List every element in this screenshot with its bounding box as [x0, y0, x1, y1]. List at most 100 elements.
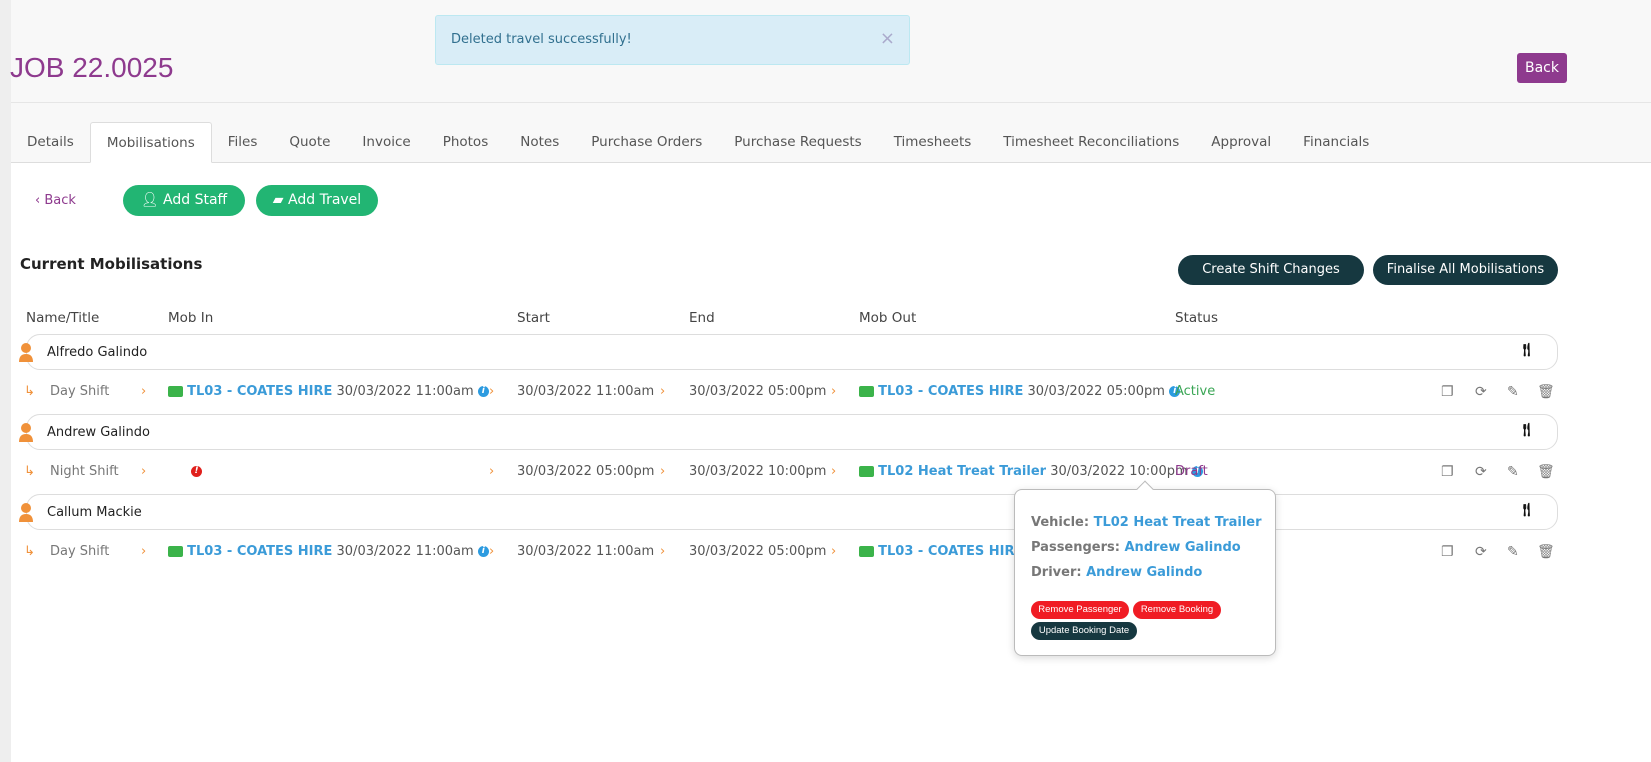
truck-icon — [168, 386, 183, 397]
chevron-right-icon: › — [141, 464, 147, 479]
warning-icon[interactable]: ! — [191, 466, 202, 477]
mob-in-vehicle-link[interactable]: TL03 - COATES HIRE — [187, 384, 332, 399]
sub-arrow-icon: ↳ — [24, 384, 35, 399]
tab-invoice[interactable]: Invoice — [346, 122, 426, 162]
trash-icon[interactable]: 🗑︎ — [1537, 384, 1555, 400]
chevron-right-icon: › — [660, 384, 666, 399]
refresh-icon[interactable]: ⟳ — [1475, 464, 1487, 480]
tab-purchase-orders[interactable]: Purchase Orders — [575, 122, 718, 162]
chevron-right-icon: › — [489, 544, 495, 559]
remove-passenger-button[interactable]: Remove Passenger — [1031, 601, 1129, 619]
sub-arrow-icon: ↳ — [24, 544, 35, 559]
mob-out-vehicle-link[interactable]: TL03 - COATES HIRE — [878, 544, 1023, 559]
person-row[interactable]: Andrew Galindo 🍴︎ — [19, 414, 1558, 450]
end-time: 30/03/2022 05:00pm — [689, 544, 827, 559]
user-icon: 👤︎ — [140, 192, 164, 208]
start-time: 30/03/2022 11:00am — [517, 384, 655, 399]
info-icon[interactable]: i — [477, 386, 489, 397]
column-header: End — [689, 310, 715, 326]
chevron-right-icon: › — [141, 544, 147, 559]
start-time: 30/03/2022 05:00pm — [517, 464, 655, 479]
worker-icon — [19, 503, 33, 522]
person-row[interactable]: Alfredo Galindo 🍴︎ — [19, 334, 1558, 370]
truck-icon: ▰ — [272, 192, 289, 208]
tab-quote[interactable]: Quote — [273, 122, 346, 162]
tab-files[interactable]: Files — [212, 122, 274, 162]
end-time: 30/03/2022 10:00pm — [689, 464, 827, 479]
popover-passengers: Passengers: Andrew Galindo — [1031, 540, 1241, 555]
trash-icon[interactable]: 🗑︎ — [1537, 464, 1555, 480]
person-name: Alfredo Galindo — [47, 345, 148, 360]
chevron-right-icon: › — [660, 464, 666, 479]
truck-icon — [859, 386, 874, 397]
chevron-right-icon: › — [141, 384, 147, 399]
back-button[interactable]: Back — [1517, 53, 1567, 83]
end-time: 30/03/2022 05:00pm — [689, 384, 827, 399]
truck-icon — [859, 546, 874, 557]
worker-icon — [19, 343, 33, 362]
column-header: Name/Title — [26, 310, 100, 326]
start-time: 30/03/2022 11:00am — [517, 544, 655, 559]
meal-icon[interactable]: 🍴︎ — [1518, 503, 1535, 518]
shift-row: ↳ Night Shift ›! › 30/03/2022 05:00pm › 3… — [11, 457, 1651, 487]
shift-row: ↳ Day Shift › TL03 - COATES HIRE 30/03/2… — [11, 377, 1651, 407]
main-panel: ‹ Back 👤︎ Add Staff ▰ Add Travel Current… — [11, 163, 1651, 762]
copy-icon[interactable]: ❐ — [1441, 384, 1454, 400]
sub-arrow-icon: ↳ — [24, 464, 35, 479]
mob-in-vehicle-link[interactable]: TL03 - COATES HIRE — [187, 544, 332, 559]
edit-icon[interactable]: ✎ — [1507, 384, 1519, 400]
mob-in-time: 30/03/2022 11:00am — [336, 544, 474, 559]
tab-photos[interactable]: Photos — [427, 122, 505, 162]
chevron-right-icon: › — [831, 384, 837, 399]
tab-purchase-requests[interactable]: Purchase Requests — [718, 122, 877, 162]
edit-icon[interactable]: ✎ — [1507, 544, 1519, 560]
tab-notes[interactable]: Notes — [504, 122, 575, 162]
info-icon[interactable]: i — [477, 546, 489, 557]
close-icon[interactable]: × — [880, 28, 895, 49]
truck-icon — [859, 466, 874, 477]
popover-vehicle: Vehicle: TL02 Heat Treat Trailer — [1031, 515, 1262, 530]
remove-booking-button[interactable]: Remove Booking — [1133, 601, 1221, 619]
meal-icon[interactable]: 🍴︎ — [1518, 343, 1535, 358]
copy-icon[interactable]: ❐ — [1441, 544, 1454, 560]
column-header: Status — [1175, 310, 1219, 326]
person-row[interactable]: Callum Mackie 🍴︎ — [19, 494, 1558, 530]
shift-name: Day Shift — [50, 544, 110, 559]
chevron-right-icon: › — [489, 464, 495, 479]
column-header: Start — [517, 310, 550, 326]
trash-icon[interactable]: 🗑︎ — [1537, 544, 1555, 560]
refresh-icon[interactable]: ⟳ — [1475, 384, 1487, 400]
section-title: Current Mobilisations — [20, 255, 203, 273]
tab-mobilisations[interactable]: Mobilisations — [89, 122, 212, 163]
meal-icon[interactable]: 🍴︎ — [1518, 423, 1535, 438]
tab-details[interactable]: Details — [11, 122, 90, 162]
back-link[interactable]: ‹ Back — [35, 193, 76, 208]
tab-approval[interactable]: Approval — [1195, 122, 1287, 162]
chevron-right-icon: › — [831, 544, 837, 559]
status-text: Draft — [1175, 464, 1208, 479]
tab-timesheets[interactable]: Timesheets — [878, 122, 988, 162]
copy-icon[interactable]: ❐ — [1441, 464, 1454, 480]
page-title: JOB 22.0025 — [10, 52, 174, 83]
finalise-all-button[interactable]: Finalise All Mobilisations — [1373, 255, 1558, 285]
add-travel-button[interactable]: ▰ Add Travel — [256, 185, 378, 216]
left-strip — [0, 0, 11, 762]
update-booking-date-button[interactable]: Update Booking Date — [1031, 622, 1137, 640]
edit-icon[interactable]: ✎ — [1507, 464, 1519, 480]
create-shift-changes-button[interactable]: Create Shift Changes — [1178, 255, 1364, 285]
refresh-icon[interactable]: ⟳ — [1475, 544, 1487, 560]
column-header: Mob Out — [859, 310, 917, 326]
driver-link[interactable]: Andrew Galindo — [1086, 565, 1202, 580]
passenger-link[interactable]: Andrew Galindo — [1125, 540, 1241, 555]
mob-out-vehicle-link[interactable]: TL03 - COATES HIRE — [878, 384, 1023, 399]
status-text: Active — [1175, 384, 1216, 399]
mob-in-time: 30/03/2022 11:00am — [336, 384, 474, 399]
chevron-right-icon: › — [831, 464, 837, 479]
add-staff-label: Add Staff — [163, 192, 228, 208]
tab-financials[interactable]: Financials — [1287, 122, 1385, 162]
tab-timesheet-reconciliations[interactable]: Timesheet Reconciliations — [987, 122, 1195, 162]
vehicle-link[interactable]: TL02 Heat Treat Trailer — [1094, 515, 1262, 530]
mob-out-time: 30/03/2022 05:00pm — [1027, 384, 1165, 399]
add-staff-button[interactable]: 👤︎ Add Staff — [123, 185, 245, 216]
mob-out-vehicle-link[interactable]: TL02 Heat Treat Trailer — [878, 464, 1046, 479]
